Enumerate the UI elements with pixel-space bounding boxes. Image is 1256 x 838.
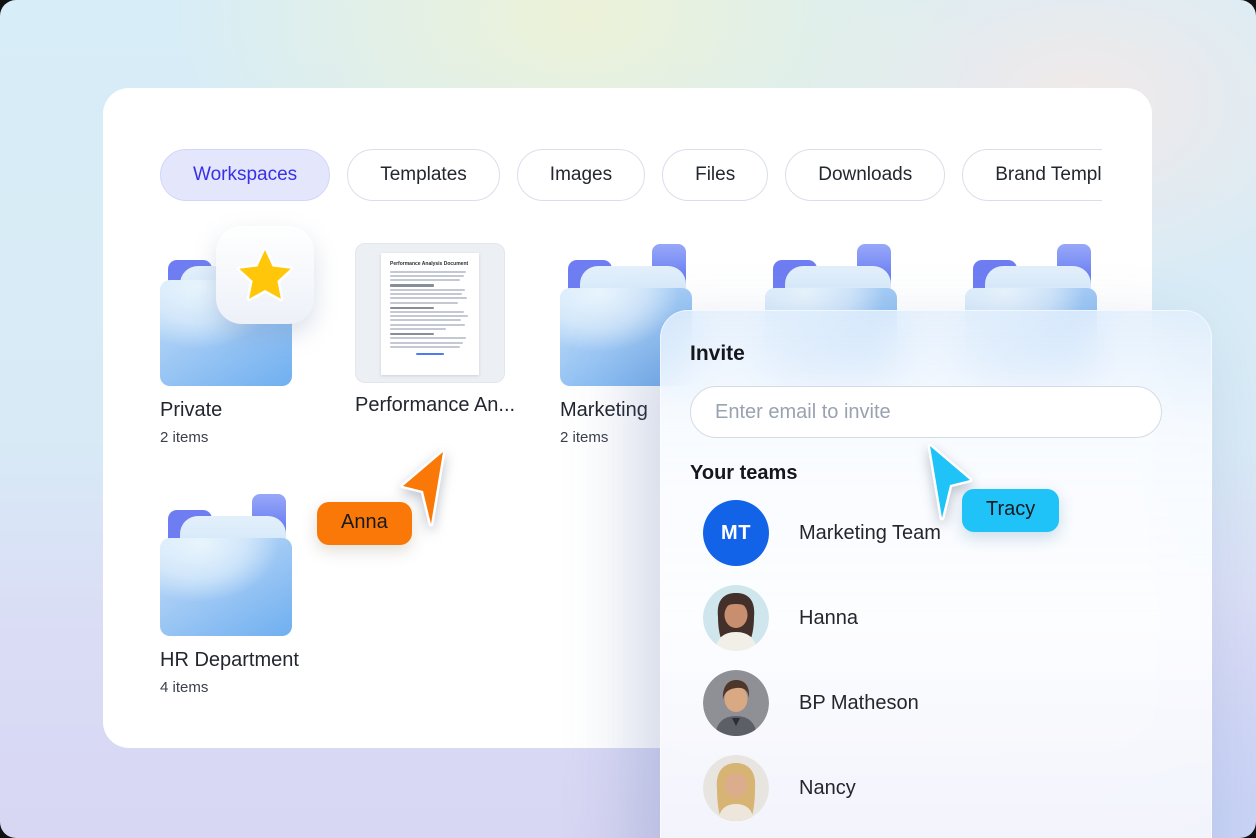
folder-name: Private	[160, 399, 223, 421]
invite-panel-title: Invite	[690, 342, 745, 365]
tab-images[interactable]: Images	[516, 149, 646, 201]
document-preview-title: Performance Analysis Document	[390, 261, 469, 267]
tab-downloads[interactable]: Downloads	[785, 149, 946, 201]
tab-files[interactable]: Files	[662, 149, 769, 201]
invite-panel: Invite Your teams MT Marketing Team	[660, 310, 1212, 838]
folder-item-count: 4 items	[160, 679, 209, 696]
avatar-photo	[703, 670, 769, 736]
document-name: Performance An...	[355, 394, 516, 416]
your-teams-heading: Your teams	[690, 462, 798, 484]
tab-workspaces[interactable]: Workspaces	[160, 149, 331, 201]
folder-icon	[160, 488, 300, 638]
tab-brand-templates[interactable]: Brand Templates	[962, 149, 1102, 201]
document-page-preview: Performance Analysis Document	[381, 253, 479, 375]
avatar-photo	[703, 755, 769, 821]
member-name: BP Matheson	[799, 691, 919, 714]
member-name: Hanna	[799, 606, 858, 629]
member-name: Nancy	[799, 776, 856, 799]
team-name: Marketing Team	[799, 521, 941, 544]
star-icon	[236, 247, 294, 302]
grid-item-private[interactable]: Private 2 items	[160, 226, 314, 446]
folder-item-count: 2 items	[160, 429, 209, 446]
category-tabs: Workspaces Templates Images Files Downlo…	[160, 148, 1102, 202]
team-row-nancy[interactable]: Nancy	[703, 755, 1192, 821]
tab-templates[interactable]: Templates	[347, 149, 500, 201]
team-row-bp-matheson[interactable]: BP Matheson	[703, 670, 1192, 736]
app-background: Workspaces Templates Images Files Downlo…	[0, 0, 1256, 838]
favorite-star-badge	[216, 226, 314, 324]
folder-name: HR Department	[160, 649, 299, 671]
grid-item-performance-doc[interactable]: Performance Analysis Document Performanc…	[355, 243, 516, 417]
avatar-bp-matheson	[703, 670, 769, 736]
tracy-cursor-label: Tracy	[962, 489, 1060, 532]
document-thumbnail: Performance Analysis Document	[355, 243, 505, 383]
avatar-hanna	[703, 585, 769, 651]
avatar-photo	[703, 585, 769, 651]
team-row-hanna[interactable]: Hanna	[703, 585, 1192, 651]
anna-cursor-label: Anna	[317, 502, 412, 545]
avatar-marketing-team: MT	[703, 500, 769, 566]
avatar-nancy	[703, 755, 769, 821]
invite-email-input[interactable]	[690, 386, 1162, 438]
team-member-list: MT Marketing Team Hanna BP Matheson Nanc…	[703, 500, 1192, 838]
grid-item-hr-department[interactable]: HR Department 4 items	[160, 488, 310, 696]
avatar-initials: MT	[721, 521, 751, 544]
